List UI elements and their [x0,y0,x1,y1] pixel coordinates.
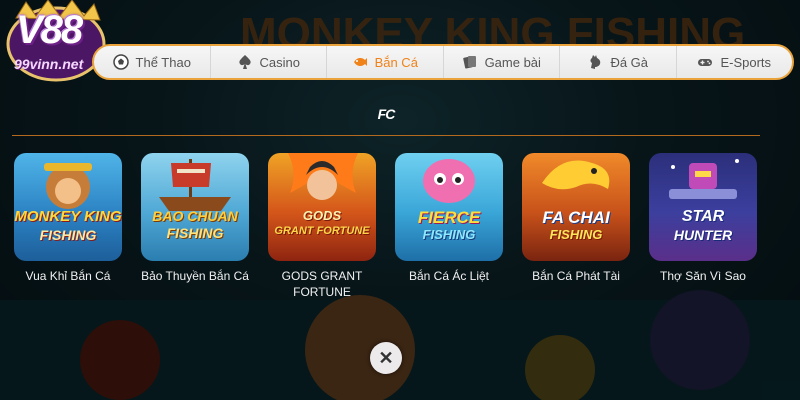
god-art [288,153,358,200]
game-art-title: FA CHAI FISHING [542,208,610,242]
game-card-monkey-king[interactable]: MONKEY KING FISHING Vua Khỉ Bắn Cá [14,153,122,284]
game-art-title: GODS GRANT FORTUNE [274,208,370,237]
provider-badge: FC [377,106,396,122]
section-divider [12,135,760,136]
game-card-gods-grant-fortune[interactable]: GODS GRANT FORTUNE GODS GRANT FORTUNE [268,153,376,300]
logo-sub: 99vinn.net [14,56,84,72]
game-name: Thợ Săn Vì Sao [660,269,746,283]
close-icon: ✕ [378,347,394,368]
game-name: GODS GRANT FORTUNE [281,269,363,299]
gamepad-icon [698,59,713,66]
octopus-art [423,159,475,203]
logo-main: V88 [16,8,83,52]
game-card-bao-chuan[interactable]: BAO CHUAN FISHING Bảo Thuyền Bắn Cá [141,153,249,284]
nav-item-da-ga[interactable]: Đá Gà [559,46,676,78]
game-art-title: STAR HUNTER [673,208,733,243]
game-thumbnail[interactable]: MONKEY KING FISHING [14,153,122,261]
game-name: Bảo Thuyền Bắn Cá [141,269,249,283]
game-name: Vua Khỉ Bắn Cá [25,269,111,283]
nav-label: Thể Thao [135,54,191,70]
game-art-title: MONKEY KING FISHING [14,208,122,243]
nav-label: E-Sports [720,54,772,70]
nav-item-game-bai[interactable]: Game bài [442,46,560,78]
dragon-art [542,160,610,190]
monkey-art [44,163,92,209]
nav-item-the-thao[interactable]: Thể Thao [94,46,210,78]
nav-label: Casino [259,54,300,70]
nav-label: Game bài [484,54,541,70]
game-card-star-hunter[interactable]: STAR HUNTER Thợ Săn Vì Sao [649,153,757,284]
cards-icon [462,56,476,69]
game-name: Bắn Cá Ác Liệt [408,269,490,283]
game-thumbnail[interactable]: STAR HUNTER [649,153,757,261]
game-card-fierce-fishing[interactable]: FIERCE FISHING Bắn Cá Ác Liệt [395,153,503,284]
game-thumbnail[interactable]: BAO CHUAN FISHING [141,153,249,261]
nav-item-e-sports[interactable]: E-Sports [675,46,793,78]
category-nav: Thể Thao Casino Bắn Cá Game bài Đá Gà E-… [92,44,794,80]
game-name: Bắn Cá Phát Tài [532,269,620,283]
game-thumbnail[interactable]: GODS GRANT FORTUNE [268,153,376,261]
robot-art [669,159,739,199]
game-art-title: FIERCE FISHING [417,208,481,242]
nav-label: Đá Gà [610,54,649,70]
fish-icon [353,57,367,67]
nav-item-casino[interactable]: Casino [209,46,327,78]
ship-art [159,159,231,211]
game-art-title: BAO CHUAN FISHING [152,208,238,241]
game-thumbnail[interactable]: FA CHAI FISHING [522,153,630,261]
nav-item-ban-ca[interactable]: Bắn Cá [326,46,443,78]
close-button[interactable]: ✕ [370,342,402,374]
game-thumbnail[interactable]: FIERCE FISHING [395,153,503,261]
game-card-fa-chai-fishing[interactable]: FA CHAI FISHING Bắn Cá Phát Tài [522,153,630,284]
nav-label: Bắn Cá [374,54,418,70]
rooster-icon [590,55,601,69]
spade-icon [238,55,251,69]
soccer-ball-icon [112,54,129,70]
